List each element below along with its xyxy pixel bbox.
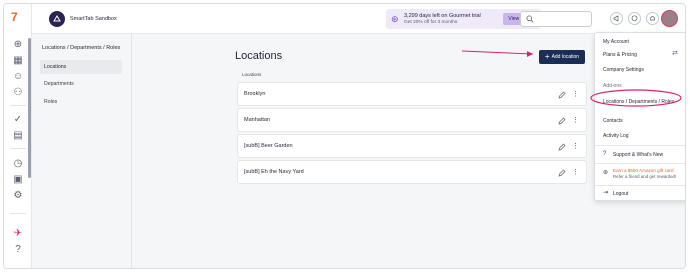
sidebar-item-locations[interactable]: Locations	[40, 60, 122, 74]
rail-divider	[10, 105, 26, 106]
menu-divider	[595, 163, 685, 164]
user-avatar[interactable]	[661, 10, 678, 27]
location-name: Brooklyn	[244, 91, 266, 97]
rail-divider	[10, 213, 26, 214]
sidebar-title: Locations / Departments / Roles	[42, 45, 121, 51]
plus-icon: +	[544, 52, 550, 61]
menu-item-logout[interactable]: Logout	[613, 191, 628, 197]
location-name: [subB] Beer Garden	[244, 143, 293, 149]
timer-icon[interactable]: ◷	[12, 158, 24, 170]
gear-icon[interactable]: ⚙	[12, 190, 24, 202]
globe-icon[interactable]: ⊕	[12, 39, 24, 51]
sidebar-item-departments[interactable]: Departments	[40, 77, 122, 91]
top-bar: SmartTab Sandbox ⊛ 3,299 days left on Go…	[32, 4, 685, 34]
menu-item-my-account[interactable]: My Account	[603, 39, 629, 45]
add-location-button[interactable]: + Add location	[539, 50, 585, 64]
trial-offer-text: Get 20% off for 3 months	[404, 20, 458, 25]
logo-text: 7	[11, 10, 18, 24]
referral-promo-title[interactable]: Earn a $500 Amazon gift card	[613, 168, 674, 173]
menu-item-locations-departments-roles[interactable]: Locations / Departments / Roles	[603, 99, 674, 105]
help-icon[interactable]: ?	[12, 244, 24, 256]
trial-banner: ⊛ 3,299 days left on Gourmet trial Get 2…	[386, 9, 541, 29]
referral-promo-subtitle: Refer a friend and get rewarded!	[613, 174, 677, 179]
org-logo-icon	[53, 15, 61, 22]
edit-icon[interactable]	[558, 91, 566, 99]
icon-rail: 7 ⊕ ▦ ☺ ⚇ ✓ ▤ ◷ ▣ ⚙ ✈ ?	[4, 4, 32, 268]
more-options-icon[interactable]: ⋮	[572, 90, 579, 100]
announcement-icon[interactable]	[610, 12, 623, 25]
edit-icon[interactable]	[558, 143, 566, 151]
trial-days-text: 3,299 days left on Gourmet trial	[404, 13, 481, 19]
more-options-icon[interactable]: ⋮	[572, 168, 579, 178]
money-icon[interactable]: ▣	[12, 174, 24, 186]
menu-item-company-settings[interactable]: Company Settings	[603, 67, 644, 73]
more-options-icon[interactable]: ⋮	[572, 116, 579, 126]
account-menu: My Account Plans & Pricing ⇄ Company Set…	[594, 32, 685, 201]
menu-divider	[595, 145, 685, 146]
org-switcher[interactable]: SmartTab Sandbox	[49, 11, 117, 27]
edit-icon[interactable]	[558, 117, 566, 125]
upgrade-icon: ⇄	[672, 50, 678, 57]
sidebar-item-roles[interactable]: Roles	[40, 95, 122, 109]
menu-item-contacts[interactable]: Contacts	[603, 118, 623, 124]
rail-scrollbar[interactable]	[28, 38, 31, 178]
app-window: 7 ⊕ ▦ ☺ ⚇ ✓ ▤ ◷ ▣ ⚙ ✈ ? SmartTab Sandbox…	[3, 3, 686, 269]
rail-divider	[10, 148, 26, 149]
chat-icon[interactable]	[628, 12, 641, 25]
menu-item-activity-log[interactable]: Activity Log	[603, 133, 629, 139]
page-title: Locations	[235, 50, 283, 62]
megaphone-icon[interactable]: ✈	[12, 228, 24, 240]
menu-item-plans-pricing[interactable]: Plans & Pricing	[603, 52, 637, 58]
location-name: [subB] Eh the Navy Yard	[244, 169, 304, 175]
menu-divider	[595, 185, 685, 186]
location-row[interactable]: [subB] Eh the Navy Yard ⋮	[237, 160, 587, 184]
people-icon[interactable]: ⚇	[12, 87, 24, 99]
location-name: Manhattan	[244, 117, 270, 123]
check-icon[interactable]: ✓	[12, 114, 24, 126]
settings-sidebar: Locations / Departments / Roles Location…	[32, 34, 132, 268]
smile-icon[interactable]: ☺	[12, 71, 24, 83]
location-row[interactable]: [subB] Beer Garden ⋮	[237, 134, 587, 158]
search-input[interactable]	[520, 11, 592, 27]
bell-icon[interactable]	[646, 12, 659, 25]
help-circle-icon: ?	[603, 151, 607, 157]
menu-item-add-ons[interactable]: Add-ons	[603, 83, 622, 89]
location-row[interactable]: Manhattan ⋮	[237, 108, 587, 132]
org-name: SmartTab Sandbox	[70, 16, 117, 22]
more-options-icon[interactable]: ⋮	[572, 142, 579, 152]
edit-icon[interactable]	[558, 169, 566, 177]
clipboard-icon[interactable]: ▤	[12, 130, 24, 142]
org-avatar	[49, 11, 65, 27]
gift-icon: ⊛	[603, 170, 609, 176]
add-location-label: Add location	[551, 54, 580, 60]
calendar-icon[interactable]: ▦	[12, 55, 24, 67]
gift-icon: ⊛	[391, 14, 399, 24]
menu-item-support[interactable]: Support & What's New	[613, 152, 663, 158]
location-row[interactable]: Brooklyn ⋮	[237, 82, 587, 106]
logout-icon: ⇥	[603, 190, 609, 196]
locations-list-label: Locations	[242, 72, 262, 77]
search-icon	[526, 15, 534, 23]
app-logo[interactable]: 7	[11, 10, 25, 24]
